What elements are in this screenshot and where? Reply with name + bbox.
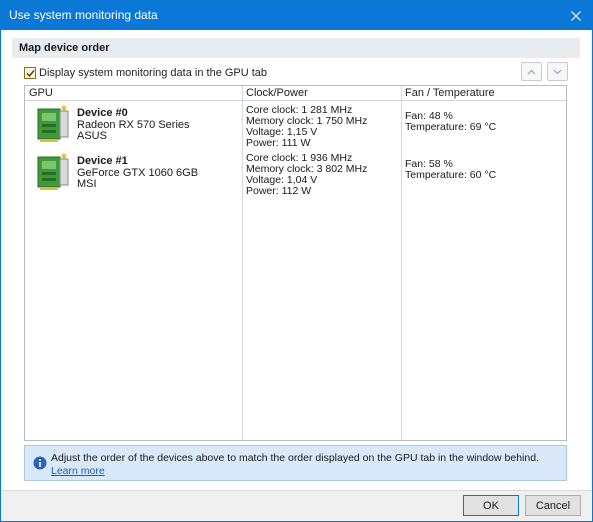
monitoring-checkbox[interactable] [24, 67, 36, 79]
close-icon [571, 10, 581, 21]
ok-button[interactable]: OK [463, 495, 519, 516]
column-header-fan[interactable]: Fan / Temperature [405, 87, 495, 99]
chevron-down-icon [553, 69, 562, 74]
device-name: Device #0 [77, 107, 128, 119]
checkmark-icon [26, 69, 35, 77]
info-icon [33, 456, 47, 470]
temperature: Temperature: 60 °C [405, 169, 497, 181]
device-vendor: MSI [77, 178, 97, 190]
title-bar: Use system monitoring data [1, 1, 592, 30]
cancel-button[interactable]: Cancel [525, 495, 581, 516]
monitoring-checkbox-row[interactable]: Display system monitoring data in the GP… [24, 65, 267, 81]
table-header: GPU Clock/Power Fan / Temperature [25, 86, 566, 101]
column-header-gpu[interactable]: GPU [29, 87, 53, 99]
power: Power: 112 W [246, 185, 312, 197]
gpu-card-icon [37, 105, 69, 142]
table-row[interactable]: Device #1 GeForce GTX 1060 6GB MSI Core … [25, 151, 566, 199]
device-table: GPU Clock/Power Fan / Temperature Device… [24, 85, 567, 441]
move-down-button[interactable] [547, 62, 568, 81]
column-header-clock[interactable]: Clock/Power [246, 87, 308, 99]
device-name: Device #1 [77, 155, 128, 167]
chevron-up-icon [527, 69, 536, 74]
power: Power: 111 W [246, 137, 311, 149]
temperature: Temperature: 69 °C [405, 121, 497, 133]
learn-more-link[interactable]: Learn more [51, 465, 105, 477]
dialog-window: Use system monitoring data Map device or… [0, 0, 593, 522]
dialog-content: Map device order Display system monitori… [2, 30, 591, 490]
device-vendor: ASUS [77, 130, 107, 142]
close-button[interactable] [560, 1, 592, 30]
table-row[interactable]: Device #0 Radeon RX 570 Series ASUS Core… [25, 103, 566, 151]
info-text: Adjust the order of the devices above to… [51, 452, 539, 464]
info-bar: Adjust the order of the devices above to… [24, 445, 567, 481]
footer-divider [2, 490, 591, 491]
group-header: Map device order [12, 38, 580, 58]
monitoring-checkbox-label: Display system monitoring data in the GP… [39, 67, 268, 79]
move-up-button[interactable] [521, 62, 542, 81]
gpu-card-icon [37, 153, 69, 190]
window-title: Use system monitoring data [9, 8, 158, 22]
